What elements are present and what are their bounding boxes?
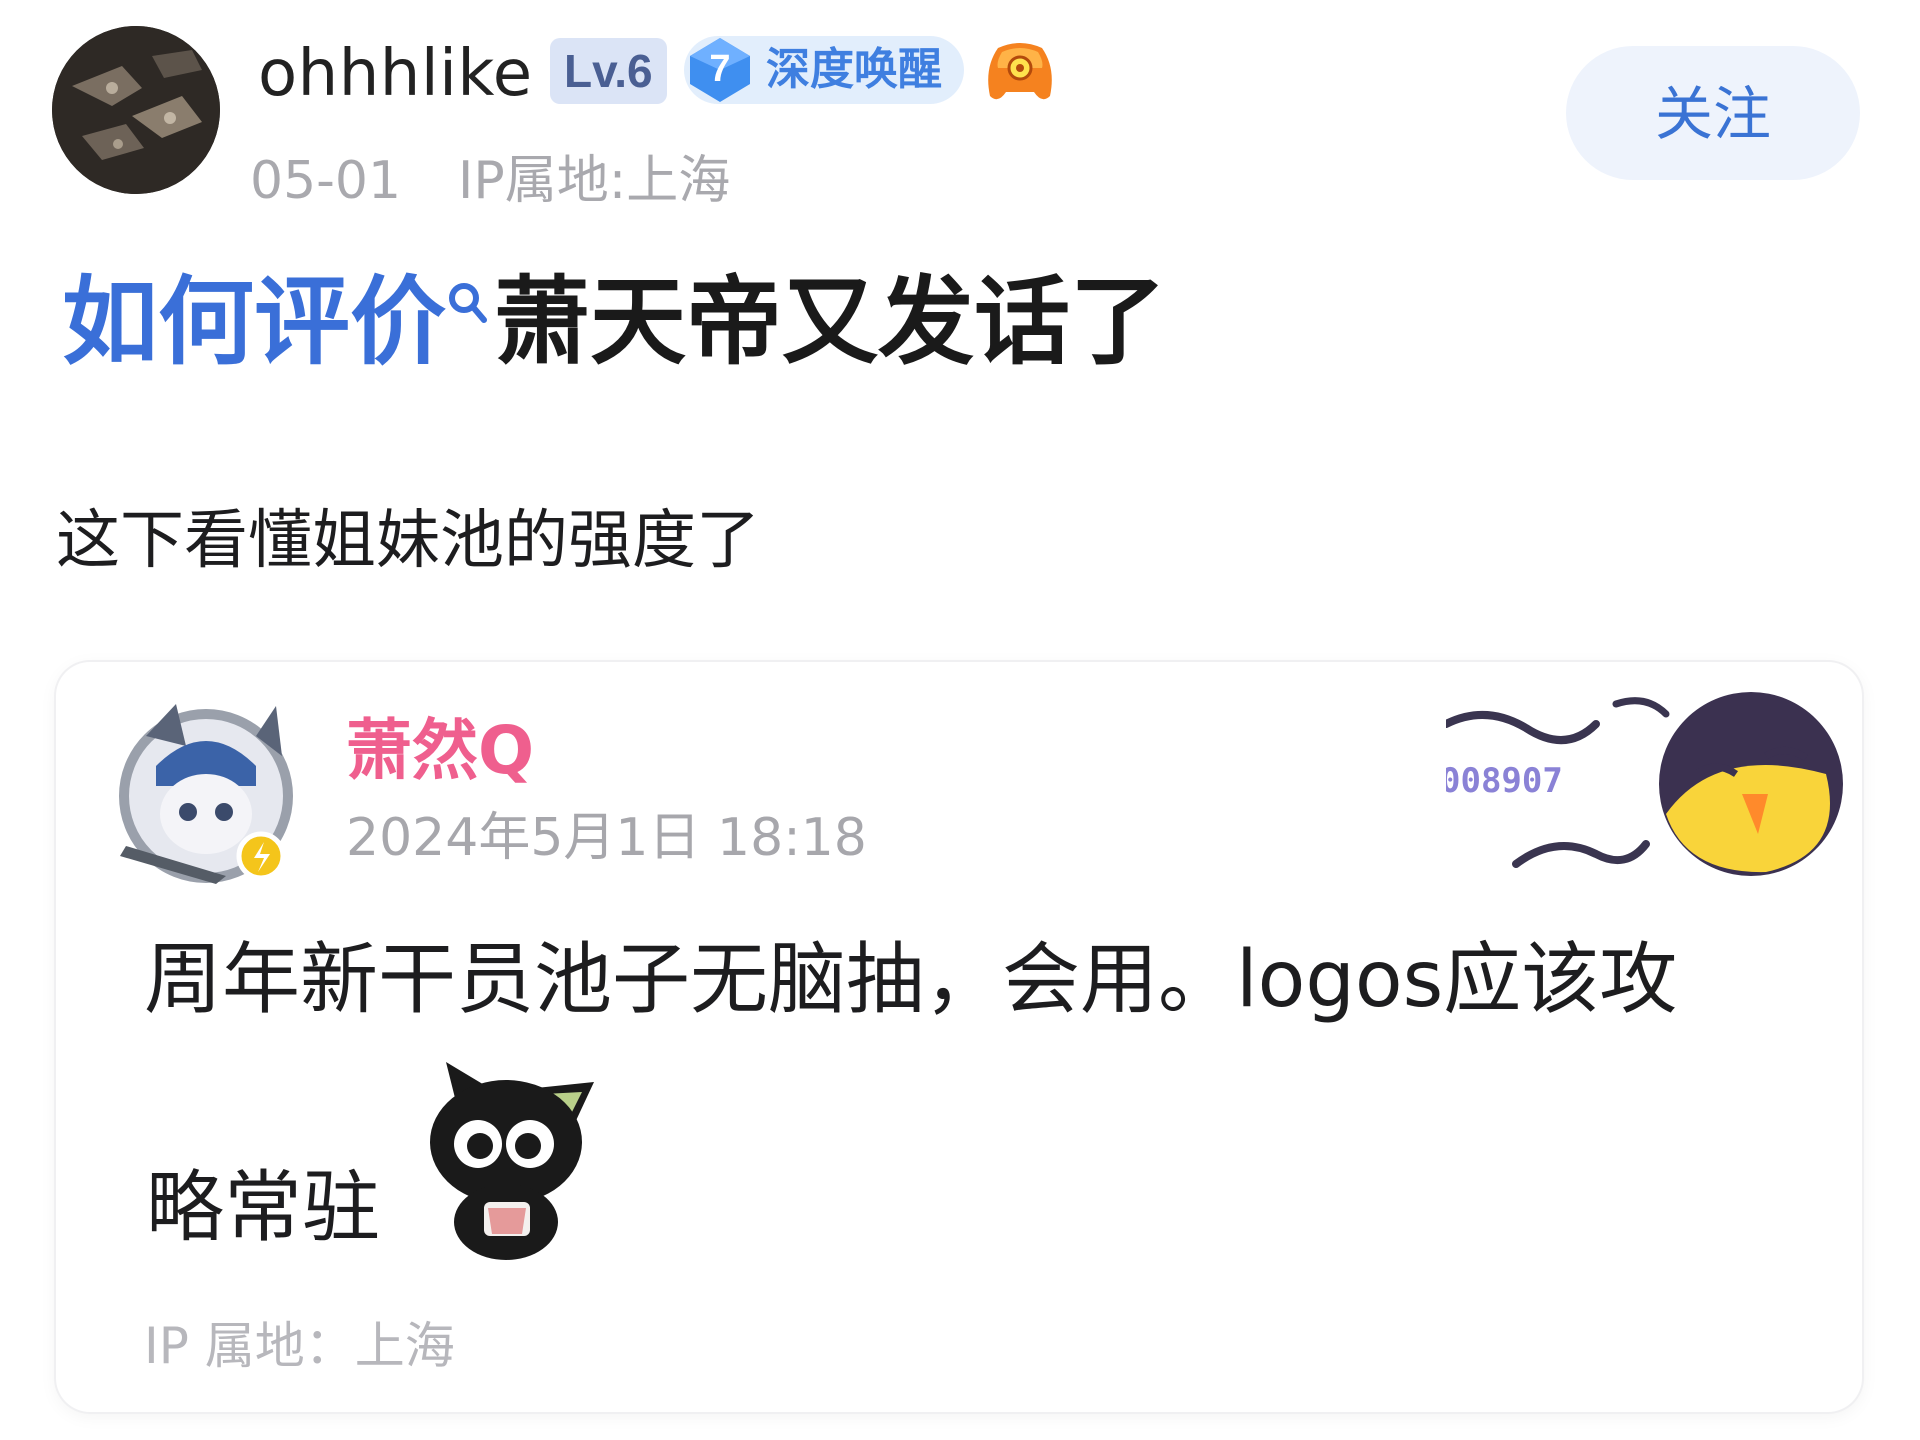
quote-author-avatar[interactable] xyxy=(106,696,306,896)
honor-badge: 7 深度唤醒 xyxy=(684,36,964,104)
honor-gem-icon: 7 xyxy=(684,34,756,106)
author-avatar-image xyxy=(52,26,220,194)
quote-text-line-2: 略常驻 xyxy=(146,1163,381,1253)
honor-level-number: 7 xyxy=(709,48,731,90)
quoted-post-card[interactable]: 萧然Q 2024年5月1日 18:18 008907 周年新干员池子无脑抽，会用… xyxy=(56,662,1862,1412)
honor-title: 深度唤醒 xyxy=(766,44,942,95)
post-title: 如何评价 萧天帝又发话了 xyxy=(62,262,1166,382)
post-date: 05-01 xyxy=(250,151,402,211)
search-icon[interactable] xyxy=(446,280,488,330)
game-controller-icon xyxy=(984,38,1056,106)
decoration-code-text: 008907 xyxy=(1446,761,1563,801)
follow-button[interactable]: 关注 xyxy=(1566,46,1860,180)
black-cat-sticker xyxy=(426,1062,596,1262)
quote-author-name[interactable]: 萧然Q xyxy=(346,708,534,794)
quote-text-line-1: 周年新干员池子无脑抽，会用。logos应该攻 xyxy=(144,935,1678,1025)
title-text: 萧天帝又发话了 xyxy=(494,266,1166,378)
author-avatar[interactable] xyxy=(52,26,220,194)
title-search-link[interactable]: 如何评价 xyxy=(62,262,446,382)
level-badge: Lv.6 xyxy=(550,38,667,104)
post-body: 这下看懂姐妹池的强度了 xyxy=(56,504,760,578)
avatar-decoration-sticker: 008907 xyxy=(1440,684,1846,894)
author-name[interactable]: ohhhlike xyxy=(258,34,533,114)
quote-timestamp: 2024年5月1日 18:18 xyxy=(346,808,867,868)
quote-ip-location: IP 属地：上海 xyxy=(144,1317,455,1375)
post-ip-location: IP属地:上海 xyxy=(458,151,731,211)
